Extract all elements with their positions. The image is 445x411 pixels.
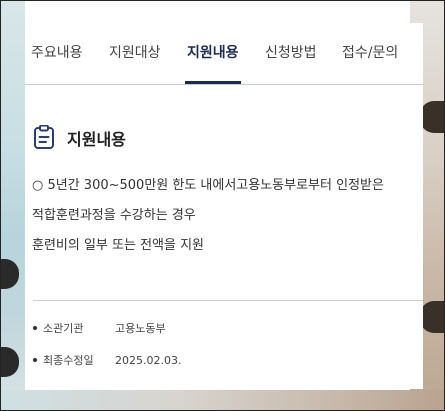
divider [33,300,423,301]
bullet-icon [33,358,37,362]
background-photo-left [1,1,25,391]
meta-agency-label: 소관기관 [43,322,84,335]
content-card: 주요내용 지원대상 지원내용 신청방법 접수/문의 지원내용 ○ 5년간 300… [25,23,423,389]
active-tab-indicator [185,81,241,84]
support-description-line: 적합훈련과정을 수강하는 경우 [32,208,196,223]
meta-agency: 소관기관 고용노동부 [33,320,166,336]
bullet-icon [33,326,37,330]
screenshot-frame: 주요내용 지원대상 지원내용 신청방법 접수/문의 지원내용 ○ 5년간 300… [0,0,445,411]
tab-eligibility[interactable]: 지원대상 [109,42,161,62]
clipboard-icon [33,124,55,149]
background-blot [420,101,444,133]
meta-updated: 최종수정일 2025.02.03. [33,352,181,368]
tab-support-content[interactable]: 지원내용 [187,42,239,62]
meta-updated-label: 최종수정일 [43,354,94,367]
meta-updated-value: 2025.02.03. [115,354,182,367]
support-description-line: 훈련비의 일부 또는 전액을 지원 [32,238,205,253]
background-photo-bottom [1,390,444,410]
tab-how-to-apply[interactable]: 신청방법 [265,42,317,62]
meta-agency-value: 고용노동부 [115,322,166,335]
background-blot [1,347,19,377]
tab-contact[interactable]: 접수/문의 [342,42,398,62]
support-description-line: ○ 5년간 300~500만원 한도 내에서고용노동부로부터 인정받은 [32,178,384,193]
tab-main-content[interactable]: 주요내용 [31,42,83,62]
background-blot [1,259,19,289]
section-title: 지원내용 [67,130,126,149]
background-blot [420,301,444,333]
tab-bar: 주요내용 지원대상 지원내용 신청방법 접수/문의 [25,23,423,85]
